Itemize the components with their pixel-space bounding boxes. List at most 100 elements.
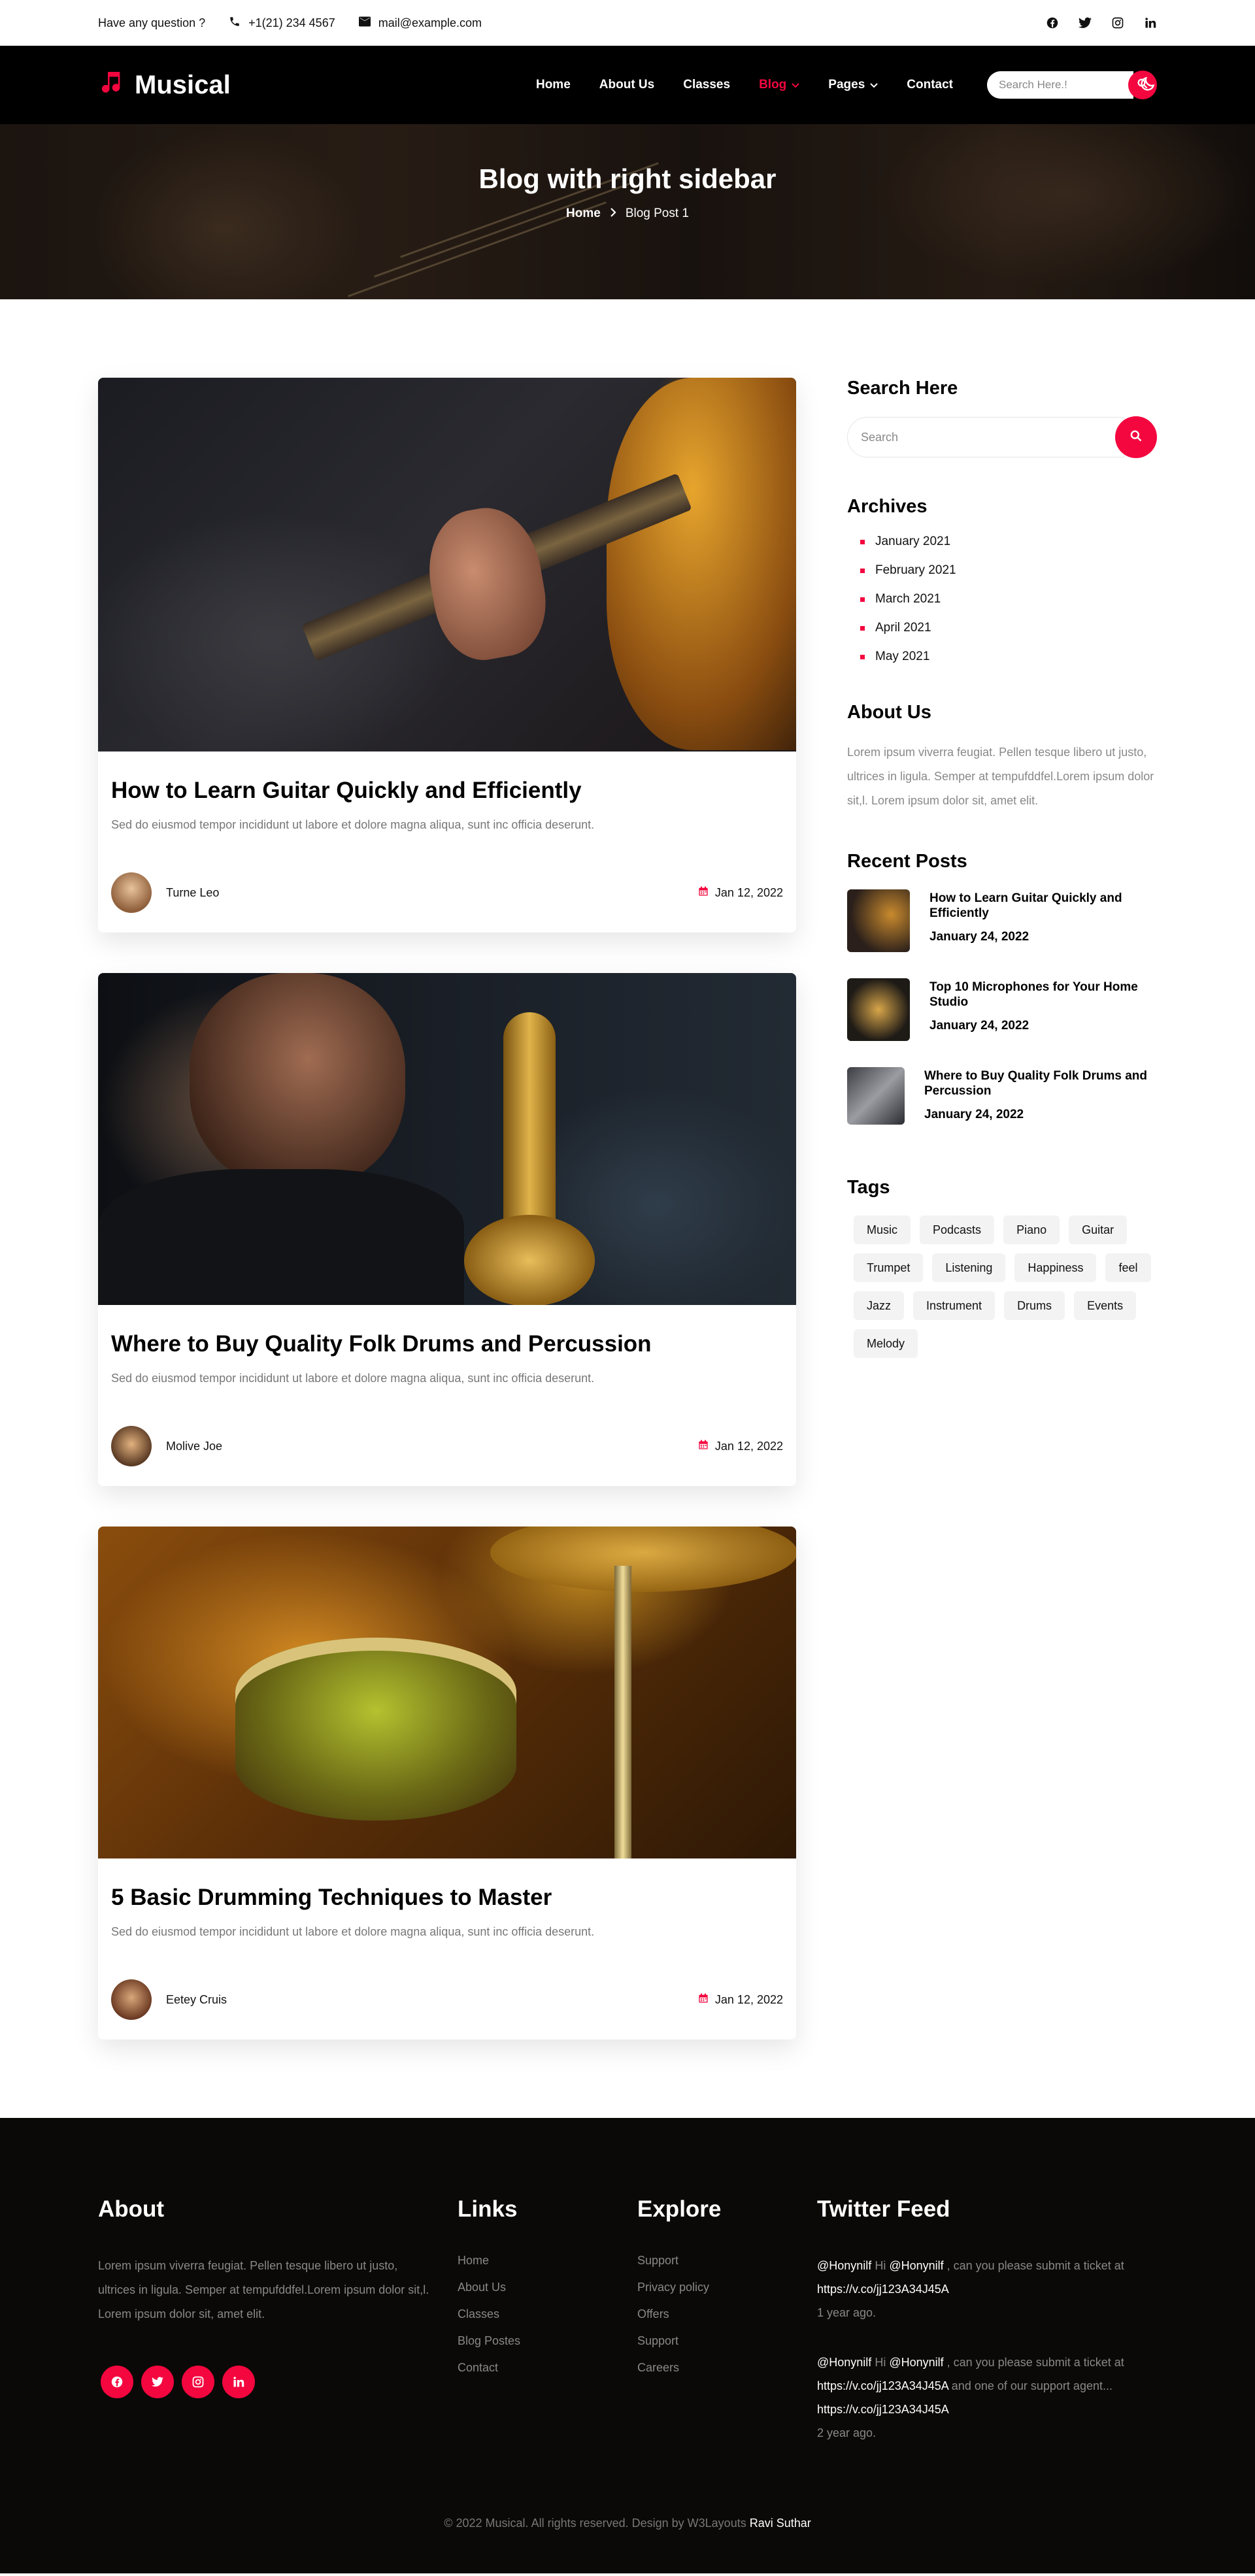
archive-link[interactable]: February 2021: [860, 563, 1157, 578]
tweet-handle[interactable]: @Honynilf: [817, 2259, 871, 2272]
archive-label: April 2021: [875, 621, 931, 635]
tweet-mention[interactable]: @Honynilf: [889, 2356, 943, 2369]
nav-classes[interactable]: Classes: [683, 78, 730, 92]
footer-link[interactable]: Contact: [458, 2361, 637, 2375]
sidebar-search: Search Here Search: [847, 378, 1157, 458]
recent-post[interactable]: How to Learn Guitar Quickly and Efficien…: [847, 889, 1157, 952]
author-name: Eetey Cruis: [166, 1992, 227, 2006]
post-list: How to Learn Guitar Quickly and Efficien…: [98, 378, 796, 2039]
instagram-icon[interactable]: [1111, 16, 1124, 29]
nav-pages[interactable]: Pages: [828, 78, 878, 92]
facebook-icon[interactable]: [1046, 16, 1059, 29]
copyright-text: © 2022 Musical. All rights reserved. Des…: [444, 2517, 750, 2530]
nav-classes-label: Classes: [683, 78, 731, 91]
nav-blog[interactable]: Blog: [759, 78, 799, 92]
footer-links-title: Links: [458, 2196, 518, 2222]
tag-jazz[interactable]: Jazz: [854, 1291, 905, 1320]
tweet: @Honynilf Hi @Honynilf , can you please …: [817, 2351, 1157, 2445]
footer-explore-link[interactable]: Support: [637, 2334, 817, 2348]
designer-link[interactable]: Ravi Suthar: [750, 2517, 811, 2530]
footer-links: Links Home About Us Classes Blog Postes …: [458, 2196, 637, 2471]
tag-piano[interactable]: Piano: [1003, 1215, 1060, 1244]
tag-trumpet[interactable]: Trumpet: [854, 1253, 924, 1282]
footer-link[interactable]: Home: [458, 2254, 637, 2268]
tag-podcasts[interactable]: Podcasts: [920, 1215, 995, 1244]
twitter-icon[interactable]: [1079, 16, 1092, 29]
tag-listening[interactable]: Listening: [932, 1253, 1006, 1282]
archive-link[interactable]: May 2021: [860, 650, 1157, 664]
post-title[interactable]: 5 Basic Drumming Techniques to Master: [111, 1885, 783, 1911]
tag-drums[interactable]: Drums: [1004, 1291, 1065, 1320]
tag-feel[interactable]: feel: [1105, 1253, 1151, 1282]
phone-link[interactable]: +1(21) 234 4567: [229, 16, 335, 31]
post-image-guitar[interactable]: [98, 378, 796, 751]
tweet-link[interactable]: https://v.co/jj123A34J45A: [817, 2403, 949, 2416]
footer-explore-link[interactable]: Offers: [637, 2307, 817, 2321]
archive-link[interactable]: April 2021: [860, 621, 1157, 635]
post-card: 5 Basic Drumming Techniques to Master Se…: [98, 1527, 796, 2039]
logo[interactable]: Musical: [98, 69, 231, 101]
post-author[interactable]: Molive Joe: [111, 1426, 222, 1466]
linkedin-icon[interactable]: [1144, 16, 1157, 29]
linkedin-icon[interactable]: [222, 2366, 255, 2398]
footer-explore-link[interactable]: Careers: [637, 2361, 817, 2375]
footer-link[interactable]: Classes: [458, 2307, 637, 2321]
twitter-icon[interactable]: [141, 2366, 174, 2398]
tweet-text: Hi: [871, 2356, 890, 2369]
tag-guitar[interactable]: Guitar: [1069, 1215, 1128, 1244]
footer-explore-link[interactable]: Support: [637, 2254, 817, 2268]
sidebar-recent-posts: Recent Posts How to Learn Guitar Quickly…: [847, 851, 1157, 1125]
post-date-text: Jan 12, 2022: [714, 885, 783, 899]
post-author[interactable]: Eetey Cruis: [111, 1979, 227, 2020]
post-author[interactable]: Turne Leo: [111, 872, 219, 913]
tag-music[interactable]: Music: [854, 1215, 911, 1244]
recent-post[interactable]: Top 10 Microphones for Your Home Studio J…: [847, 978, 1157, 1041]
sidebar-search-button[interactable]: [1115, 416, 1157, 458]
post-image-saxophone[interactable]: [98, 973, 796, 1305]
sidebar-search-input[interactable]: Search: [847, 417, 1124, 457]
archive-link[interactable]: January 2021: [860, 535, 1157, 549]
tag-events[interactable]: Events: [1074, 1291, 1137, 1320]
tweet-time: 1 year ago.: [817, 2306, 877, 2319]
nav-contact[interactable]: Contact: [907, 78, 953, 92]
instagram-icon[interactable]: [182, 2366, 214, 2398]
tag-happiness[interactable]: Happiness: [1014, 1253, 1097, 1282]
footer-link[interactable]: Blog Postes: [458, 2334, 637, 2348]
nav-search-input[interactable]: Search Here.!: [987, 71, 1133, 99]
post-title[interactable]: How to Learn Guitar Quickly and Efficien…: [111, 778, 783, 804]
tag-melody[interactable]: Melody: [854, 1329, 918, 1358]
facebook-icon[interactable]: [101, 2366, 133, 2398]
sidebar-search-title: Search Here: [847, 378, 958, 399]
archive-label: May 2021: [875, 650, 930, 663]
email-link[interactable]: mail@example.com: [358, 16, 482, 30]
recent-post[interactable]: Where to Buy Quality Folk Drums and Perc…: [847, 1067, 1157, 1125]
about-text: Lorem ipsum viverra feugiat. Pellen tesq…: [847, 746, 1154, 807]
tweet-link[interactable]: https://v.co/jj123A34J45A: [817, 2283, 949, 2296]
page-hero: Blog with right sidebar Home Blog Post 1: [0, 124, 1255, 299]
post-excerpt: Sed do eiusmod tempor incididunt ut labo…: [111, 818, 595, 831]
post-date: Jan 12, 2022: [698, 886, 783, 900]
footer-twitter: Twitter Feed @Honynilf Hi @Honynilf , ca…: [817, 2196, 1157, 2471]
tweet-handle[interactable]: @Honynilf: [817, 2356, 871, 2369]
tag-instrument[interactable]: Instrument: [913, 1291, 996, 1320]
calendar-icon: [698, 886, 709, 900]
main-content: How to Learn Guitar Quickly and Efficien…: [0, 299, 1255, 2118]
dark-mode-toggle[interactable]: [1139, 76, 1157, 94]
search-icon: [1130, 429, 1143, 446]
nav-blog-label: Blog: [759, 78, 787, 91]
nav-home[interactable]: Home: [536, 78, 571, 92]
breadcrumb-home[interactable]: Home: [566, 206, 601, 221]
sidebar-tags: Tags Music Podcasts Piano Guitar Trumpet…: [847, 1177, 1157, 1358]
tweet-link[interactable]: https://v.co/jj123A34J45A: [817, 2379, 948, 2392]
tweet-text: Hi: [871, 2259, 890, 2272]
footer-explore-link[interactable]: Privacy policy: [637, 2281, 817, 2294]
footer-link[interactable]: About Us: [458, 2281, 637, 2294]
tweet-mention[interactable]: @Honynilf: [889, 2259, 943, 2272]
post-image-drum[interactable]: [98, 1527, 796, 1858]
archive-link[interactable]: March 2021: [860, 592, 1157, 606]
post-card: How to Learn Guitar Quickly and Efficien…: [98, 378, 796, 933]
post-title[interactable]: Where to Buy Quality Folk Drums and Perc…: [111, 1331, 783, 1357]
nav-about[interactable]: About Us: [599, 78, 654, 92]
post-excerpt: Sed do eiusmod tempor incididunt ut labo…: [111, 1372, 595, 1385]
tweet-time: 2 year ago.: [817, 2426, 877, 2439]
